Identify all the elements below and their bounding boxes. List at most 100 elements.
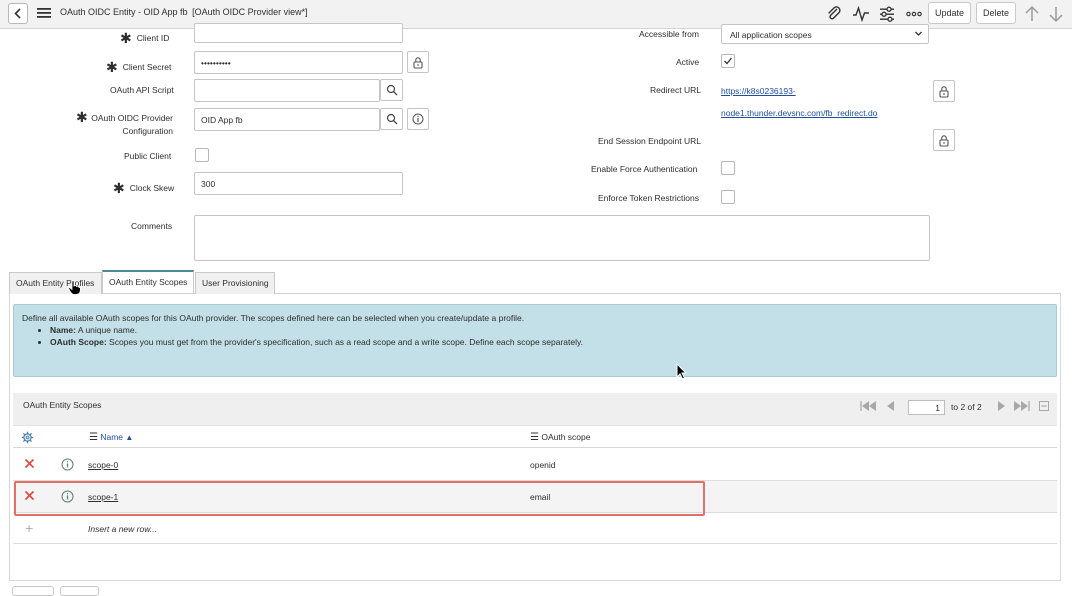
redirect-url-label: Redirect URL <box>650 85 702 95</box>
info-bullet-name: Name: A unique name. <box>50 324 1048 336</box>
token-restrictions-label: Enforce Token Restrictions <box>598 193 699 203</box>
unlock-client-secret-button[interactable] <box>407 51 429 73</box>
page-number-input[interactable]: 1 <box>908 400 945 415</box>
redirect-url-link-line1[interactable]: https://k8s0236193- <box>721 86 796 96</box>
record-title: OAuth OIDC Entity - OID App fb <box>60 7 188 17</box>
previous-page-button[interactable] <box>886 401 895 413</box>
bottom-delete-button[interactable] <box>60 586 99 596</box>
previous-record-button[interactable] <box>1024 5 1042 23</box>
next-page-button[interactable] <box>997 401 1006 413</box>
delete-button[interactable]: Delete <box>976 2 1017 24</box>
more-icon <box>906 11 922 17</box>
tab-oauth-entity-profiles[interactable]: OAuth Entity Profiles <box>9 272 102 294</box>
accessible-from-value: All application scopes <box>730 30 812 40</box>
page-total: to 2 of 2 <box>951 402 982 412</box>
delete-row-button[interactable] <box>24 458 35 471</box>
public-client-label: Public Client <box>124 151 172 161</box>
clock-skew-label: ✱ Clock Skew <box>113 180 175 196</box>
menu-button[interactable] <box>35 4 53 22</box>
row-preview-button[interactable] <box>61 458 74 473</box>
comments-textarea[interactable] <box>194 215 930 261</box>
info-intro: Define all available OAuth scopes for th… <box>22 313 525 323</box>
provider-config-lookup-button[interactable] <box>380 108 403 130</box>
api-script-input[interactable] <box>194 79 380 102</box>
attachment-icon <box>828 6 841 20</box>
active-checkbox[interactable] <box>721 54 735 68</box>
client-id-label: ✱ Client ID <box>120 30 170 46</box>
clock-skew-input[interactable]: 300 <box>194 172 403 195</box>
update-button[interactable]: Update <box>928 2 972 24</box>
column-menu-icon: ☰ <box>89 432 98 443</box>
plus-icon: + <box>25 520 34 536</box>
accessible-from-select[interactable]: All application scopes <box>721 24 929 44</box>
api-script-lookup-button[interactable] <box>380 79 403 101</box>
search-icon <box>386 113 397 125</box>
hand-cursor-icon <box>68 280 81 297</box>
last-page-icon <box>1014 401 1030 411</box>
next-record-button[interactable] <box>1048 5 1066 23</box>
last-page-button[interactable] <box>1013 401 1031 413</box>
info-bullet-scope: OAuth Scope: Scopes you must get from th… <box>50 336 1048 348</box>
attachment-button[interactable] <box>825 5 843 23</box>
collapse-icon <box>1039 401 1049 411</box>
api-script-label: OAuth API Script <box>110 85 174 95</box>
scope-name-link[interactable]: scope-0 <box>88 460 118 470</box>
back-button[interactable] <box>8 3 28 24</box>
chevron-down-icon <box>914 29 923 40</box>
mouse-pointer-icon <box>676 362 688 382</box>
tab-oauth-entity-scopes[interactable]: OAuth Entity Scopes <box>102 270 194 293</box>
active-label: Active <box>676 57 700 67</box>
accessible-from-label: Accessible from <box>639 29 699 39</box>
provider-config-input[interactable]: OID App fb <box>194 108 380 131</box>
redirect-url-link-line2[interactable]: node1.thunder.devsnc.com/fb_redirect.do <box>721 108 877 118</box>
required-icon: ✱ <box>120 30 132 46</box>
insert-row-text[interactable]: Insert a new row... <box>88 524 157 534</box>
public-client-checkbox[interactable] <box>195 148 209 162</box>
column-scope-header[interactable]: ☰ OAuth scope <box>530 432 590 443</box>
client-secret-label: ✱ Client Secret <box>106 59 172 75</box>
search-icon <box>386 84 397 96</box>
first-page-button[interactable] <box>859 401 877 413</box>
unlock-end-session-button[interactable] <box>933 129 955 151</box>
tab-user-provisioning[interactable]: User Provisioning <box>195 272 275 294</box>
list-header: OAuth Entity Scopes 1 to 2 of 2 <box>13 393 1057 425</box>
sort-ascending-icon: ▲ <box>125 433 134 442</box>
close-icon <box>24 458 35 469</box>
lock-icon <box>413 57 423 69</box>
client-id-input[interactable] <box>194 23 403 43</box>
column-menu-icon: ☰ <box>530 432 539 443</box>
up-arrow-icon <box>1025 5 1039 21</box>
column-name-header[interactable]: ☰ Name ▲ <box>89 432 133 443</box>
insert-row[interactable]: + Insert a new row... <box>13 513 1057 544</box>
more-options-button[interactable] <box>905 5 923 23</box>
menu-icon <box>37 8 51 18</box>
force-auth-label: Enable Force Authentication <box>591 164 698 174</box>
client-secret-input[interactable]: •••••••••• <box>194 51 403 74</box>
token-restrictions-checkbox[interactable] <box>721 190 735 204</box>
collapse-list-button[interactable] <box>1039 401 1049 413</box>
force-auth-checkbox[interactable] <box>721 161 735 175</box>
provider-config-label: ✱ OAuth OIDC Provider Configuration <box>76 109 173 136</box>
view-name: [OAuth OIDC Provider view*] <box>192 7 308 17</box>
lock-icon <box>939 135 949 147</box>
info-icon <box>412 113 424 125</box>
info-icon <box>61 458 74 471</box>
activity-button[interactable] <box>852 5 870 23</box>
required-icon: ✱ <box>106 59 118 75</box>
comments-label: Comments <box>131 221 173 231</box>
personalize-button[interactable] <box>878 5 896 23</box>
next-page-icon <box>998 401 1005 411</box>
previous-page-icon <box>887 401 894 411</box>
list-settings-button[interactable] <box>21 431 34 446</box>
page-title: OAuth OIDC Entity - OID App fb [OAuth OI… <box>60 7 308 17</box>
unlock-redirect-url-button[interactable] <box>933 80 955 102</box>
row-highlight <box>14 481 705 516</box>
bottom-update-button[interactable] <box>12 586 54 596</box>
pagination: 1 to 2 of 2 <box>859 400 1051 417</box>
down-arrow-icon <box>1049 7 1063 23</box>
end-session-label: End Session Endpoint URL <box>598 136 702 146</box>
provider-config-preview-button[interactable] <box>407 108 429 130</box>
back-icon <box>14 8 21 19</box>
lock-icon <box>939 86 949 98</box>
scope-value[interactable]: openid <box>530 460 556 470</box>
